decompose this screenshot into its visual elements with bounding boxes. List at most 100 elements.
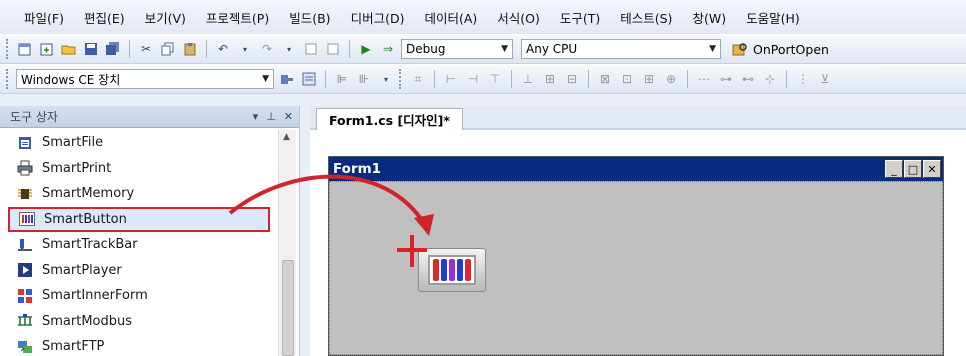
toolbar-grip[interactable] (6, 69, 10, 89)
solution-platform-combo[interactable]: Any CPU ▼ (521, 39, 721, 59)
pin-icon[interactable]: ⊥ (266, 110, 276, 123)
chevron-down-icon: ▼ (262, 74, 269, 84)
start-debugging-icon[interactable]: ▶ (357, 40, 375, 58)
toolbox-item-label: SmartButton (44, 211, 127, 227)
align-tops-icon[interactable]: ⊥ (519, 70, 537, 88)
paste-icon[interactable] (181, 40, 199, 58)
menu-view[interactable]: 보기(V) (135, 8, 196, 27)
toolbox-item-smartfile[interactable]: SmartFile (0, 130, 276, 156)
add-item-icon[interactable] (38, 40, 56, 58)
window-position-icon[interactable]: ▾ (253, 110, 259, 123)
undo-icon[interactable]: ↶ (214, 40, 232, 58)
toolbox-item-smartplayer[interactable]: SmartPlayer (0, 258, 276, 284)
scroll-up-icon[interactable]: ▲ (283, 132, 290, 142)
menu-data[interactable]: 데이터(A) (414, 8, 487, 27)
close-icon[interactable]: ✕ (923, 160, 941, 178)
connect-device-icon[interactable] (278, 70, 296, 88)
menu-build[interactable]: 빌드(B) (279, 8, 340, 27)
toolbox-item-label: SmartInnerForm (42, 288, 148, 304)
align-lefts-icon[interactable]: ⊢ (442, 70, 460, 88)
redo-icon[interactable]: ↷ (258, 40, 276, 58)
horizontal-spacing-icon[interactable]: ⋯ (695, 70, 713, 88)
find-in-files-icon[interactable] (731, 40, 749, 58)
toolbox-panel: 도구 상자 ▾ ⊥ ✕ SmartFile SmartPrint SmartMe… (0, 106, 300, 356)
form1-titlebar[interactable]: Form1 _ □ ✕ (329, 157, 943, 181)
smartbutton-control[interactable] (418, 248, 486, 292)
menu-test[interactable]: 테스트(S) (610, 8, 682, 27)
close-icon[interactable]: ✕ (284, 110, 293, 123)
toolbox-item-label: SmartFile (42, 135, 104, 151)
toolbox-item-smartprint[interactable]: SmartPrint (0, 156, 276, 182)
solution-configuration-combo[interactable]: Debug ▼ (401, 39, 513, 59)
menu-help[interactable]: 도움말(H) (736, 8, 810, 27)
save-icon[interactable] (82, 40, 100, 58)
form1-title: Form1 (333, 161, 382, 177)
design-surface[interactable]: Form1 _ □ ✕ (310, 132, 966, 356)
toolbar-grip[interactable] (399, 69, 403, 89)
remove-spacing-icon[interactable]: ⊹ (761, 70, 779, 88)
scrollbar-thumb[interactable] (282, 260, 294, 356)
align-left-icon[interactable]: ⊫ (333, 70, 351, 88)
toolbar-grip[interactable] (6, 39, 10, 59)
minimize-icon[interactable]: _ (885, 160, 903, 178)
dropdown-arrow-icon[interactable]: ▾ (280, 40, 298, 58)
trackbar-icon (16, 237, 34, 253)
navigate-forward-icon[interactable] (324, 40, 342, 58)
align-to-grid-icon[interactable]: ⌗ (409, 70, 427, 88)
menu-edit[interactable]: 편집(E) (74, 8, 135, 27)
blue-bar (441, 259, 447, 281)
dropdown-arrow-icon[interactable]: ▾ (377, 70, 395, 88)
make-same-height-icon[interactable]: ⊡ (618, 70, 636, 88)
align-center-icon[interactable]: ⊪ (355, 70, 373, 88)
toolbox-item-smarttrackbar[interactable]: SmartTrackBar (0, 232, 276, 258)
menu-debug[interactable]: 디버그(D) (341, 8, 415, 27)
toolbox-item-smartmodbus[interactable]: SmartModbus (0, 309, 276, 335)
maximize-icon[interactable]: □ (904, 160, 922, 178)
menu-project[interactable]: 프로젝트(P) (196, 8, 279, 27)
toolbox-scrollbar[interactable]: ▲ (278, 130, 296, 356)
form1-client-area[interactable] (329, 181, 943, 355)
menu-window[interactable]: 창(W) (682, 8, 736, 27)
toolbox-item-smartinnerform[interactable]: SmartInnerForm (0, 283, 276, 309)
toolbox-item-smartftp[interactable]: SmartFTP (0, 334, 276, 356)
menu-file[interactable]: 파일(F) (14, 8, 74, 27)
toolbox-item-label: SmartModbus (42, 313, 133, 329)
target-device-value: Windows CE 장치 (21, 72, 121, 87)
make-same-size-icon[interactable]: ⊞ (640, 70, 658, 88)
toolbox-item-smartbutton[interactable]: SmartButton (8, 206, 270, 232)
increase-spacing-icon[interactable]: ⊶ (717, 70, 735, 88)
new-project-icon[interactable] (16, 40, 34, 58)
smartfile-icon (16, 135, 34, 151)
target-device-combo[interactable]: Windows CE 장치 ▼ (16, 69, 274, 89)
navigate-backward-icon[interactable] (302, 40, 320, 58)
toolbox-title: 도구 상자 (10, 110, 58, 124)
cut-icon[interactable]: ✂ (137, 40, 155, 58)
form-designer: Form1.cs [디자인]* Form1 _ □ ✕ (310, 106, 966, 356)
toolbox-header: 도구 상자 ▾ ⊥ ✕ (0, 106, 299, 128)
toolbox-item-label: SmartTrackBar (42, 237, 138, 253)
menu-format[interactable]: 서식(O) (487, 8, 550, 27)
toolbox-item-smartmemory[interactable]: SmartMemory (0, 181, 276, 207)
save-all-icon[interactable] (104, 40, 122, 58)
copy-icon[interactable] (159, 40, 177, 58)
device-options-icon[interactable] (300, 70, 318, 88)
toolbox-item-label: SmartPlayer (42, 262, 122, 278)
dropdown-arrow-icon[interactable]: ▾ (236, 40, 254, 58)
tab-form1-design[interactable]: Form1.cs [디자인]* (316, 108, 463, 130)
decrease-spacing-icon[interactable]: ⊷ (739, 70, 757, 88)
device-toolbar: Windows CE 장치 ▼ ⊫ ⊪ ▾ ⌗ ⊢ ⊣ ⊤ ⊥ ⊞ ⊟ ⊠ ⊡ … (0, 64, 966, 94)
align-middles-icon[interactable]: ⊞ (541, 70, 559, 88)
start-without-debugging-icon[interactable]: ⇒ (379, 40, 397, 58)
align-rights-icon[interactable]: ⊤ (486, 70, 504, 88)
vertical-spacing-icon[interactable]: ⋮ (794, 70, 812, 88)
find-text-value[interactable]: OnPortOpen (753, 42, 829, 57)
open-folder-icon[interactable] (60, 40, 78, 58)
size-to-grid-icon[interactable]: ⊕ (662, 70, 680, 88)
align-bottoms-icon[interactable]: ⊟ (563, 70, 581, 88)
menu-tools[interactable]: 도구(T) (550, 8, 610, 27)
make-same-width-icon[interactable]: ⊠ (596, 70, 614, 88)
center-horizontally-icon[interactable]: ⊻ (816, 70, 834, 88)
player-icon (16, 262, 34, 278)
align-centers-icon[interactable]: ⊣ (464, 70, 482, 88)
form1-window[interactable]: Form1 _ □ ✕ (328, 156, 944, 356)
